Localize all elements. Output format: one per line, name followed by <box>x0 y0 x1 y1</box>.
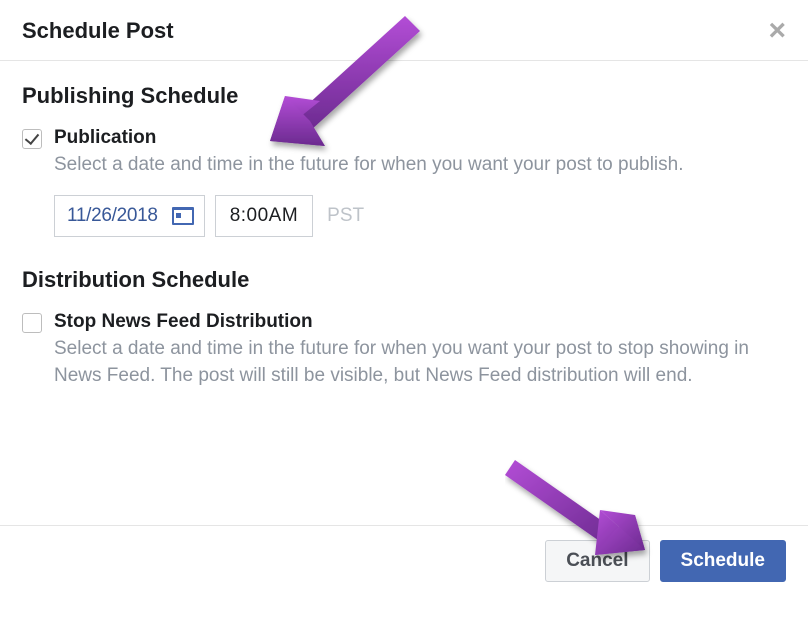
publication-desc: Select a date and time in the future for… <box>54 151 786 179</box>
time-value: 8:00AM <box>230 205 298 227</box>
date-value: 11/26/2018 <box>67 205 158 227</box>
publication-option-row: Publication Select a date and time in th… <box>22 127 786 179</box>
calendar-icon <box>172 207 194 225</box>
distribution-content: Stop News Feed Distribution Select a dat… <box>54 311 786 390</box>
publishing-schedule-title: Publishing Schedule <box>22 83 786 109</box>
distribution-label: Stop News Feed Distribution <box>54 311 786 333</box>
modal-body: Publishing Schedule Publication Select a… <box>0 61 808 418</box>
distribution-section: Distribution Schedule Stop News Feed Dis… <box>22 267 786 390</box>
time-input[interactable]: 8:00AM <box>215 195 313 237</box>
distribution-schedule-title: Distribution Schedule <box>22 267 786 293</box>
close-icon[interactable]: × <box>768 16 786 46</box>
modal-header: Schedule Post × <box>0 0 808 61</box>
distribution-option-row: Stop News Feed Distribution Select a dat… <box>22 311 786 390</box>
publication-checkbox[interactable] <box>22 129 42 149</box>
date-input[interactable]: 11/26/2018 <box>54 195 205 237</box>
datetime-row: 11/26/2018 8:00AM PST <box>54 195 786 237</box>
timezone-label: PST <box>327 205 364 227</box>
schedule-button[interactable]: Schedule <box>660 540 786 582</box>
distribution-desc: Select a date and time in the future for… <box>54 335 786 390</box>
modal-title: Schedule Post <box>22 18 174 44</box>
publication-label: Publication <box>54 127 786 149</box>
distribution-checkbox[interactable] <box>22 313 42 333</box>
cancel-button[interactable]: Cancel <box>545 540 649 582</box>
publication-content: Publication Select a date and time in th… <box>54 127 786 179</box>
modal-footer: Cancel Schedule <box>0 525 808 596</box>
